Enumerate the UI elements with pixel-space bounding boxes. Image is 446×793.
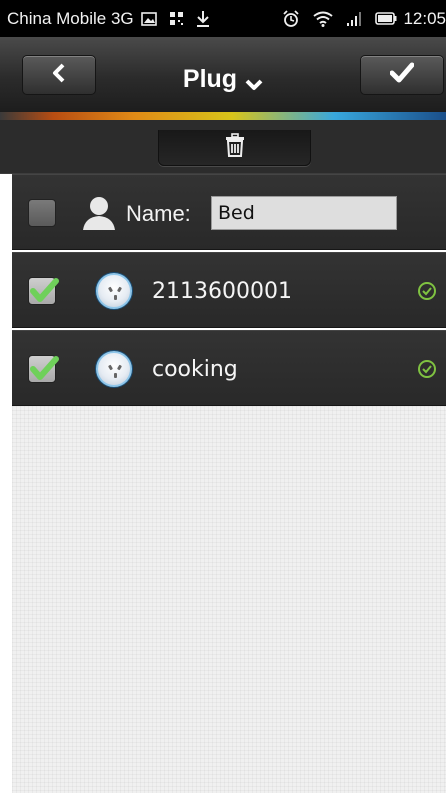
carrier-label: China Mobile 3G <box>7 8 134 28</box>
image-icon <box>140 11 157 26</box>
checkmark-icon <box>389 62 415 89</box>
empty-list-area <box>12 406 446 793</box>
person-icon <box>82 195 116 236</box>
page-title: Plug <box>182 65 238 93</box>
alarm-icon <box>282 9 300 28</box>
name-label: Name: <box>126 201 191 226</box>
signal-icon <box>346 11 362 26</box>
header-color-strip <box>0 112 446 120</box>
plug-icon <box>96 273 132 309</box>
trash-icon <box>224 133 246 162</box>
device-label: 2113600001 <box>152 279 292 304</box>
list-item[interactable]: cooking <box>12 330 446 406</box>
delete-button[interactable] <box>158 130 311 166</box>
confirm-button[interactable] <box>360 55 444 95</box>
wifi-icon <box>313 11 334 27</box>
qr-icon <box>169 11 184 26</box>
device-label: cooking <box>152 357 238 382</box>
select-all-checkbox[interactable] <box>28 199 56 227</box>
device-checkbox[interactable] <box>28 355 59 383</box>
checkmark-icon <box>29 276 59 311</box>
plug-icon <box>96 351 132 387</box>
status-bar: China Mobile 3G 12:05 <box>0 0 446 37</box>
title-bar: Plug <box>0 37 446 112</box>
ok-circle-icon <box>417 281 437 306</box>
group-name-row: Name: <box>12 174 446 250</box>
battery-icon <box>375 12 397 25</box>
checkmark-icon <box>29 354 59 389</box>
device-checkbox[interactable] <box>28 277 59 305</box>
list-item[interactable]: 2113600001 <box>12 252 446 328</box>
ok-circle-icon <box>417 359 437 384</box>
chevron-down-icon <box>245 69 263 98</box>
action-toolbar <box>0 120 446 174</box>
clock: 12:05 <box>403 8 446 28</box>
name-field[interactable] <box>211 196 397 230</box>
download-icon <box>196 10 210 28</box>
